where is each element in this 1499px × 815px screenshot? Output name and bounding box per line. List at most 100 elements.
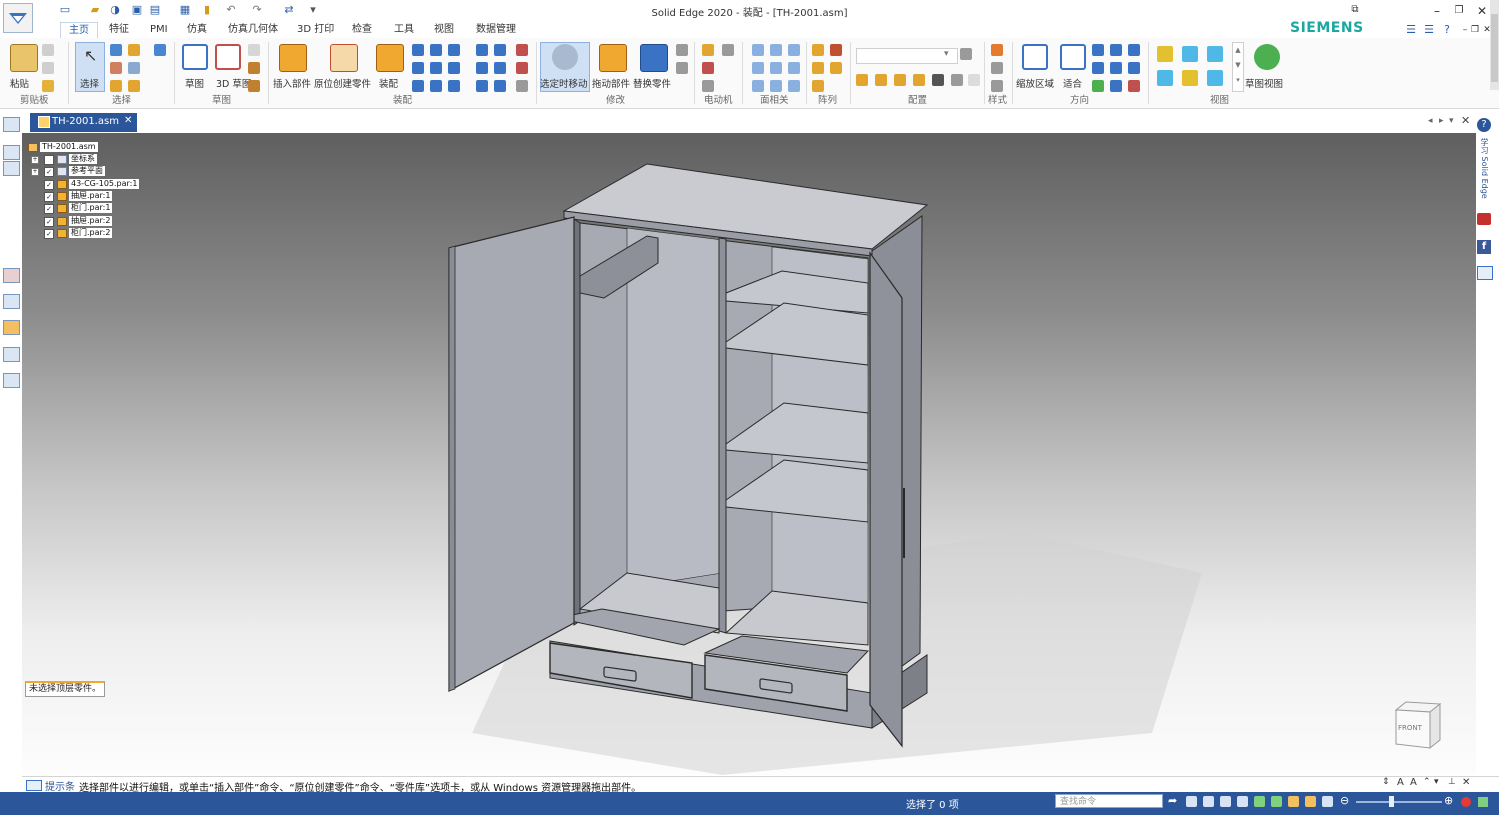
community-icon[interactable] [1477,266,1493,280]
tree-item-part[interactable]: 柜门.par:2 [69,228,113,238]
relate-icon-12[interactable] [476,62,488,74]
paste-icon[interactable] [10,44,38,72]
close-file-icon[interactable]: ◑ [108,3,122,17]
minimize-button[interactable]: – [1428,3,1446,19]
face-relate-icon-8[interactable] [770,80,782,92]
relate-icon-18[interactable] [516,80,528,92]
record-icon[interactable] [1461,797,1471,807]
cut-icon[interactable] [42,44,54,56]
left-door[interactable] [448,216,575,693]
rotate-status-icon[interactable] [1254,796,1265,807]
relate-icon-11[interactable] [494,44,506,56]
options-icon[interactable]: ⧉ [1346,2,1364,18]
visibility-checkbox[interactable]: ✓ [44,229,54,239]
modify-tool-1-icon[interactable] [676,44,688,56]
layout-icon[interactable]: ☰ [1402,22,1420,38]
switch-window-icon[interactable]: ⇄ [282,3,296,17]
font-smaller-icon[interactable]: A [1410,777,1417,788]
new-file-icon[interactable]: ▭ [58,3,72,17]
tab-inspect[interactable]: 检查 [352,22,372,38]
relate-icon-7[interactable] [412,80,424,92]
copy-icon[interactable] [42,62,54,74]
visibility-checkbox[interactable]: ✓ [44,204,54,214]
relate-icon-17[interactable] [516,62,528,74]
save-icon[interactable]: ▣ [130,3,144,17]
relate-icon-1[interactable] [412,44,424,56]
visibility-checkbox[interactable]: ✓ [44,167,54,177]
collapse-down-icon[interactable]: ▾ [1434,777,1439,787]
redo-icon[interactable]: ↷ [250,3,264,17]
face-relate-icon-2[interactable] [770,44,782,56]
view-style-status-icon[interactable] [1305,796,1316,807]
edgebar-icon[interactable] [3,117,20,132]
modify-tool-2-icon[interactable] [676,62,688,74]
view-cube-icon-5[interactable] [1182,70,1198,86]
right-door[interactable] [869,251,903,748]
assemble-icon[interactable] [376,44,404,72]
face-relate-icon-9[interactable] [788,80,800,92]
tab-simulation[interactable]: 仿真 [187,22,207,38]
style-tool-2-icon[interactable] [991,80,1003,92]
pan-icon[interactable] [1110,44,1122,56]
pattern-icon-3[interactable] [812,62,824,74]
sketch-3d-icon[interactable] [215,44,241,70]
sketch-tool-3-icon[interactable] [248,80,260,92]
relate-icon-3[interactable] [448,44,460,56]
views-scroll-icon[interactable]: ▲ ▼ ▾ [1232,42,1244,92]
layers-tab-icon[interactable] [3,268,20,283]
view-tool-2-icon[interactable] [1110,62,1122,74]
fit-status-icon[interactable] [1220,796,1231,807]
motor-tool-2-icon[interactable] [702,80,714,92]
prompt-scroll-icon[interactable]: ⇕ [1382,777,1390,787]
select-assembly-icon[interactable] [128,80,140,92]
relate-icon-6[interactable] [448,62,460,74]
tree-item-part[interactable]: 43-CG-105.par:1 [69,179,140,189]
config-tool-2-icon[interactable] [875,74,887,86]
close-tab-icon[interactable]: ✕ [124,115,132,126]
zoom-status-icon[interactable] [1203,796,1214,807]
relate-icon-14[interactable] [476,80,488,92]
zoom-area-icon[interactable] [1022,44,1048,70]
tab-scroll-left-icon[interactable]: ◂ [1428,116,1433,126]
features-tab-icon[interactable] [3,347,20,362]
font-size-icon[interactable]: A [1397,777,1404,788]
sketch-tool-2-icon[interactable] [248,62,260,74]
zoom-icon[interactable] [1092,44,1104,56]
select-body-icon[interactable] [110,80,122,92]
face-relate-icon-3[interactable] [788,44,800,56]
view-cube-icon-1[interactable] [1157,46,1173,62]
motor-tool-icon[interactable] [722,44,734,56]
sketch-tool-1-icon[interactable] [248,44,260,56]
zoom-in-icon[interactable]: ⊕ [1444,794,1453,807]
relate-icon-4[interactable] [412,62,424,74]
tree-root[interactable]: TH-2001.asm [40,142,98,152]
select-edge-icon[interactable] [128,62,140,74]
help-circle-icon[interactable]: ? [1477,118,1491,132]
motor-icon[interactable] [702,44,714,56]
style-tool-icon[interactable] [991,62,1003,74]
view-cube-icon-3[interactable] [1207,46,1223,62]
tree-item-part[interactable]: 抽屉.par:2 [69,216,113,226]
undo-icon[interactable]: ↶ [224,3,238,17]
command-go-icon[interactable]: ➦ [1168,794,1177,807]
view-cube-icon-2[interactable] [1182,46,1198,62]
shaded-status-icon[interactable] [1288,796,1299,807]
view-tool-4-icon[interactable] [1092,80,1104,92]
expand-icon[interactable]: + [31,156,39,164]
view-tool-6-icon[interactable] [1128,80,1140,92]
tab-3d-print[interactable]: 3D 打印 [297,22,334,38]
visibility-checkbox[interactable] [44,155,54,165]
zoom-slider-thumb[interactable] [1389,796,1394,807]
simulate-motor-icon[interactable] [702,62,714,74]
config-tool-1-icon[interactable] [856,74,868,86]
face-relate-icon-5[interactable] [770,62,782,74]
style-grid-icon[interactable] [991,44,1003,56]
config-tool-6-icon[interactable] [951,74,963,86]
properties-icon[interactable]: ▦ [178,3,192,17]
tab-features[interactable]: 特征 [109,22,129,38]
pattern-icon-1[interactable] [812,44,824,56]
config-save-icon[interactable] [960,48,972,60]
command-search-input[interactable]: 查找命令 [1055,794,1163,808]
config-tool-3-icon[interactable] [894,74,906,86]
view-tool-5-icon[interactable] [1110,80,1122,92]
